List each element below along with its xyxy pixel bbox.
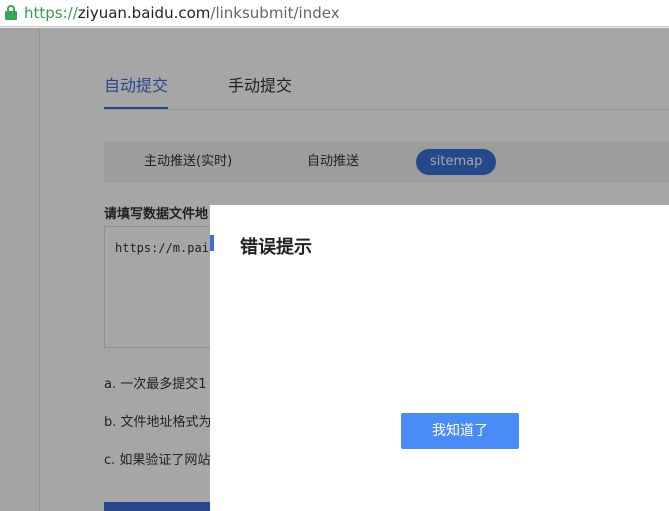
- url-path: /linksubmit/index: [210, 4, 340, 22]
- error-dialog: 错误提示 我知道了: [210, 205, 669, 511]
- url-host: ziyuan.baidu.com: [77, 4, 211, 22]
- url-scheme: https://: [24, 4, 78, 22]
- lock-icon: [4, 5, 18, 21]
- dialog-accent-bar: [210, 235, 214, 251]
- dialog-title: 错误提示: [240, 237, 312, 258]
- url-text[interactable]: https://ziyuan.baidu.com/linksubmit/inde…: [24, 4, 340, 22]
- confirm-button[interactable]: 我知道了: [401, 413, 519, 449]
- address-bar[interactable]: https://ziyuan.baidu.com/linksubmit/inde…: [0, 0, 669, 27]
